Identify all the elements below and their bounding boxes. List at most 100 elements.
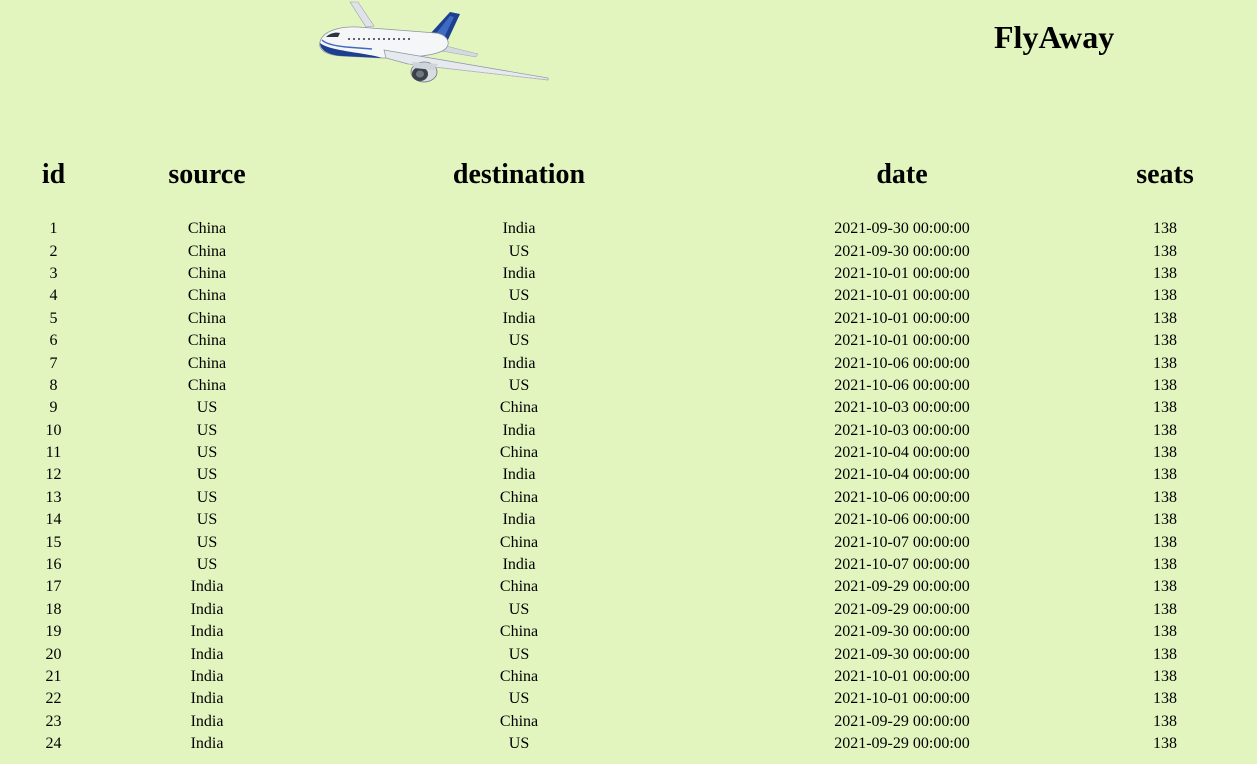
cell-date: 2021-10-06 00:00:00: [834, 488, 970, 506]
table-row: 23 India China 2021-09-29 00:00:00 138: [0, 711, 1257, 733]
cell-date: 2021-09-30 00:00:00: [834, 645, 970, 663]
table-row: 18 India US 2021-09-29 00:00:00 138: [0, 599, 1257, 621]
cell-source: China: [187, 220, 227, 238]
page: FlyAway id source destination date seats…: [0, 0, 1257, 764]
cell-id: 7: [49, 354, 58, 372]
cell-source: China: [187, 354, 227, 372]
cell-id: 10: [45, 421, 62, 439]
cell-id: 3: [49, 264, 58, 282]
cell-source: India: [190, 690, 224, 708]
cell-destination: China: [499, 488, 539, 506]
table-row: 1 China India 2021-09-30 00:00:00 138: [0, 218, 1257, 240]
cell-destination: India: [502, 220, 536, 238]
cell-seats: 138: [1153, 399, 1177, 417]
cell-date: 2021-10-01 00:00:00: [834, 309, 970, 327]
table-header-row: id source destination date seats: [0, 150, 1257, 200]
cell-destination: China: [499, 444, 539, 462]
cell-source: US: [196, 556, 218, 574]
table-row: 14 US India 2021-10-06 00:00:00 138: [0, 509, 1257, 531]
cell-id: 19: [45, 623, 62, 641]
cell-date: 2021-10-06 00:00:00: [834, 376, 970, 394]
cell-source: India: [190, 735, 224, 753]
cell-date: 2021-09-29 00:00:00: [834, 735, 970, 753]
cell-seats: 138: [1153, 242, 1177, 260]
cell-seats: 138: [1153, 511, 1177, 529]
cell-source: China: [187, 287, 227, 305]
cell-source: US: [196, 533, 218, 551]
cell-seats: 138: [1153, 466, 1177, 484]
cell-date: 2021-10-01 00:00:00: [834, 668, 970, 685]
cell-seats: 138: [1153, 712, 1177, 730]
airplane-icon: [319, 1, 549, 83]
cell-seats: 138: [1153, 376, 1177, 394]
cell-id: 11: [45, 444, 62, 462]
table-row: 4 China US 2021-10-01 00:00:00 138: [0, 285, 1257, 307]
table-row: 7 China India 2021-10-06 00:00:00 138: [0, 352, 1257, 374]
cell-date: 2021-09-29 00:00:00: [834, 712, 970, 730]
cell-seats: 138: [1153, 690, 1177, 708]
cell-seats: 138: [1153, 578, 1177, 596]
table-row: 20 India US 2021-09-30 00:00:00 138: [0, 643, 1257, 665]
cell-id: 5: [49, 309, 58, 327]
cell-date: 2021-10-07 00:00:00: [834, 556, 970, 574]
cell-id: 20: [45, 645, 62, 663]
cell-date: 2021-10-03 00:00:00: [834, 421, 970, 439]
column-header-id: id: [41, 159, 66, 190]
cell-date: 2021-09-29 00:00:00: [834, 600, 970, 618]
cell-source: US: [196, 511, 218, 529]
cell-id: 18: [45, 600, 62, 618]
cell-destination: India: [502, 309, 536, 327]
cell-destination: China: [499, 533, 539, 551]
cell-id: 1: [49, 220, 58, 238]
cell-source: China: [187, 264, 227, 282]
column-header-source: source: [168, 159, 246, 190]
cell-destination: US: [508, 735, 530, 753]
table-row: 17 India China 2021-09-29 00:00:00 138: [0, 576, 1257, 598]
cell-source: China: [187, 309, 227, 327]
cell-seats: 138: [1153, 735, 1177, 753]
cell-source: India: [190, 623, 224, 641]
cell-id: 14: [45, 511, 62, 529]
cell-seats: 138: [1153, 220, 1177, 238]
cell-id: 2: [49, 242, 58, 260]
table-row: 5 China India 2021-10-01 00:00:00 138: [0, 308, 1257, 330]
cell-seats: 138: [1153, 533, 1177, 551]
cell-id: 15: [45, 533, 62, 551]
cell-seats: 138: [1153, 488, 1177, 506]
cell-destination: India: [502, 511, 536, 529]
cell-source: China: [187, 332, 227, 350]
cell-destination: US: [508, 287, 530, 305]
cell-destination: China: [499, 578, 539, 596]
table-row: 16 US India 2021-10-07 00:00:00 138: [0, 554, 1257, 576]
column-header-destination: destination: [452, 159, 586, 190]
cell-destination: US: [508, 376, 530, 394]
cell-id: 23: [45, 712, 62, 730]
table-row: 13 US China 2021-10-06 00:00:00 138: [0, 487, 1257, 509]
cell-source: India: [190, 712, 224, 730]
cell-id: 17: [45, 578, 62, 596]
cell-date: 2021-10-01 00:00:00: [834, 264, 970, 282]
cell-seats: 138: [1153, 287, 1177, 305]
cell-date: 2021-10-04 00:00:00: [834, 466, 970, 484]
table-row: 2 China US 2021-09-30 00:00:00 138: [0, 240, 1257, 262]
cell-destination: US: [508, 332, 530, 350]
cell-date: 2021-10-06 00:00:00: [834, 511, 970, 529]
cell-destination: US: [508, 690, 530, 708]
cell-seats: 138: [1153, 421, 1177, 439]
cell-id: 9: [49, 399, 58, 417]
cell-source: US: [196, 488, 218, 506]
cell-id: 21: [45, 668, 62, 685]
cell-seats: 138: [1153, 354, 1177, 372]
cell-seats: 138: [1153, 444, 1177, 462]
cell-destination: US: [508, 645, 530, 663]
flights-table: id source destination date seats 1 China I…: [0, 150, 1257, 755]
cell-destination: India: [502, 264, 536, 282]
table-row: 10 US India 2021-10-03 00:00:00 138: [0, 420, 1257, 442]
cell-destination: US: [508, 242, 530, 260]
cell-source: US: [196, 399, 218, 417]
table-row: 22 India US 2021-10-01 00:00:00 138: [0, 688, 1257, 710]
cell-date: 2021-09-29 00:00:00: [834, 578, 970, 596]
cell-seats: 138: [1153, 309, 1177, 327]
table-row: 9 US China 2021-10-03 00:00:00 138: [0, 397, 1257, 419]
cell-source: China: [187, 376, 227, 394]
